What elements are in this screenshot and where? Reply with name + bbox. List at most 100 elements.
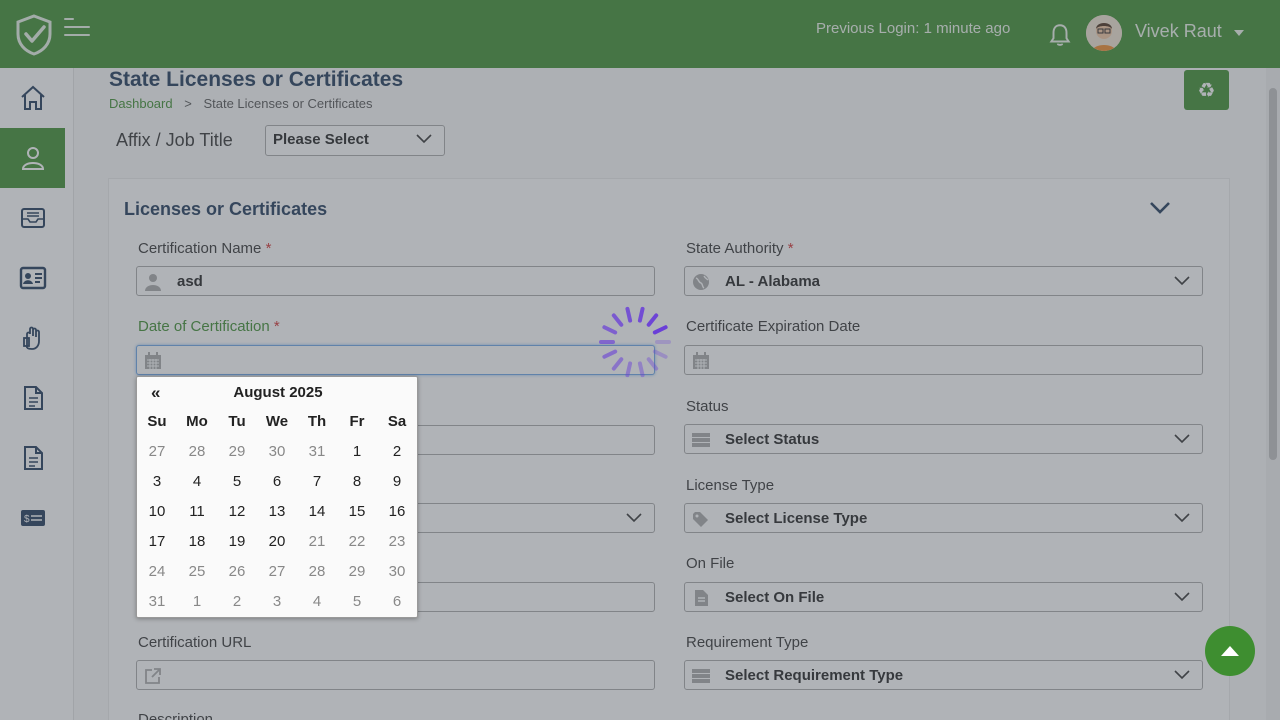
license-type-select[interactable]: Select License Type [684, 503, 1203, 533]
arrow-up-icon [1221, 646, 1239, 656]
state-authority-value: AL - Alabama [725, 273, 821, 290]
scrollbar-thumb[interactable] [1269, 88, 1277, 460]
datepicker-day[interactable]: 28 [297, 557, 337, 587]
datepicker-day[interactable]: 6 [257, 467, 297, 497]
datepicker-day[interactable]: 5 [337, 587, 377, 617]
datepicker-day[interactable]: 27 [257, 557, 297, 587]
datepicker-week-row: 24 25 26 27 28 29 30 [137, 557, 419, 587]
datepicker-day[interactable]: 8 [337, 467, 377, 497]
datepicker-day[interactable]: 12 [217, 497, 257, 527]
datepicker-day[interactable]: 3 [257, 587, 297, 617]
license-type-value: Select License Type [725, 510, 868, 527]
on-file-select[interactable]: Select On File [684, 582, 1203, 612]
datepicker-day[interactable]: 26 [217, 557, 257, 587]
datepicker-day[interactable]: 24 [137, 557, 177, 587]
datepicker-day[interactable]: 11 [177, 497, 217, 527]
sidebar-item-billing[interactable]: $ [0, 488, 65, 548]
datepicker-day[interactable]: 4 [297, 587, 337, 617]
avatar[interactable] [1086, 15, 1122, 51]
globe-icon [693, 274, 709, 290]
bell-icon[interactable] [1047, 22, 1073, 48]
datepicker-day[interactable]: 30 [377, 557, 417, 587]
document-icon [23, 446, 43, 470]
datepicker-day[interactable]: 13 [257, 497, 297, 527]
datepicker-day[interactable]: 10 [137, 497, 177, 527]
sidebar-item-inbox[interactable] [0, 188, 65, 248]
datepicker-day[interactable]: 2 [217, 587, 257, 617]
status-value: Select Status [725, 431, 820, 448]
datepicker-day[interactable]: 30 [257, 437, 297, 467]
requirement-type-select[interactable]: Select Requirement Type [684, 660, 1203, 690]
datepicker-month-title[interactable]: August 2025 [137, 384, 419, 401]
sidebar-item-hand[interactable] [0, 308, 65, 368]
datepicker-day[interactable]: 19 [217, 527, 257, 557]
datepicker-day[interactable]: 23 [377, 527, 417, 557]
datepicker-day[interactable]: 3 [137, 467, 177, 497]
weekday-label: Th [307, 413, 327, 430]
page-scrollbar[interactable] [1266, 68, 1280, 720]
certification-url-field[interactable] [136, 660, 655, 690]
date-of-certification-field[interactable] [136, 345, 655, 375]
datepicker-day[interactable]: 7 [297, 467, 337, 497]
datepicker-day[interactable]: 14 [297, 497, 337, 527]
file-icon [695, 590, 708, 606]
datepicker-day[interactable]: 5 [217, 467, 257, 497]
shield-check-logo-icon[interactable] [14, 14, 54, 56]
recycle-button[interactable]: ♻ [1184, 70, 1229, 110]
description-label: Description [138, 711, 214, 720]
spinner-segment [625, 361, 633, 378]
datepicker-day[interactable]: 17 [137, 527, 177, 557]
datepicker-day[interactable]: 9 [377, 467, 417, 497]
datepicker-day[interactable]: 16 [377, 497, 417, 527]
datepicker-day[interactable]: 31 [297, 437, 337, 467]
sidebar-item-documents-2[interactable] [0, 428, 65, 488]
expiration-date-field[interactable] [684, 345, 1203, 375]
datepicker-grid: Su Mo Tu We Th Fr Sa 27 28 29 30 31 1 2 3 4 5 6 7 8 9… [137, 407, 419, 617]
datepicker-day[interactable]: 28 [177, 437, 217, 467]
menu-toggle-icon[interactable] [64, 18, 92, 42]
tags-icon [693, 512, 708, 527]
status-select[interactable]: Select Status [684, 424, 1203, 454]
collapse-chevron-icon[interactable] [1149, 201, 1171, 215]
certification-name-field[interactable]: asd [136, 266, 655, 296]
datepicker-day[interactable]: 22 [337, 527, 377, 557]
sidebar-item-documents[interactable] [0, 368, 65, 428]
datepicker-day[interactable]: 15 [337, 497, 377, 527]
state-authority-select[interactable]: AL - Alabama [684, 266, 1203, 296]
datepicker-day[interactable]: 1 [337, 437, 377, 467]
requirement-type-label: Requirement Type [686, 634, 809, 651]
spinner-segment [602, 325, 618, 335]
datepicker-day[interactable]: 21 [297, 527, 337, 557]
datepicker-week-row: 10 11 12 13 14 15 16 [137, 497, 419, 527]
breadcrumb-separator: > [184, 96, 192, 111]
calendar-icon [145, 352, 161, 369]
user-name[interactable]: Vivek Raut [1135, 21, 1222, 42]
spinner-segment [652, 349, 668, 359]
datepicker-day[interactable]: 1 [177, 587, 217, 617]
datepicker-day[interactable]: 20 [257, 527, 297, 557]
datepicker-day[interactable]: 31 [137, 587, 177, 617]
datepicker-prev-button[interactable]: « [151, 383, 160, 403]
breadcrumb-home-link[interactable]: Dashboard [109, 96, 173, 111]
datepicker-day[interactable]: 18 [177, 527, 217, 557]
date-of-certification-label-text: Date of Certification [138, 318, 270, 335]
spinner-segment [611, 313, 624, 327]
datepicker-day[interactable]: 25 [177, 557, 217, 587]
chevron-down-icon [1174, 592, 1190, 602]
datepicker-day[interactable]: 27 [137, 437, 177, 467]
user-icon [145, 274, 161, 291]
sidebar-item-home[interactable] [0, 68, 65, 128]
datepicker-day[interactable]: 4 [177, 467, 217, 497]
id-card-icon [19, 266, 46, 290]
datepicker-day[interactable]: 29 [217, 437, 257, 467]
weekday-label: Su [147, 413, 167, 430]
sidebar-item-profile[interactable] [0, 128, 65, 188]
datepicker-day[interactable]: 2 [377, 437, 417, 467]
affix-job-title-select[interactable]: Please Select [265, 125, 445, 156]
datepicker-day[interactable]: 6 [377, 587, 417, 617]
datepicker-day[interactable]: 29 [337, 557, 377, 587]
certification-name-value: asd [177, 273, 203, 290]
user-menu-caret-icon[interactable] [1234, 30, 1244, 36]
scroll-to-top-button[interactable] [1205, 626, 1255, 676]
sidebar-item-id-card[interactable] [0, 248, 65, 308]
